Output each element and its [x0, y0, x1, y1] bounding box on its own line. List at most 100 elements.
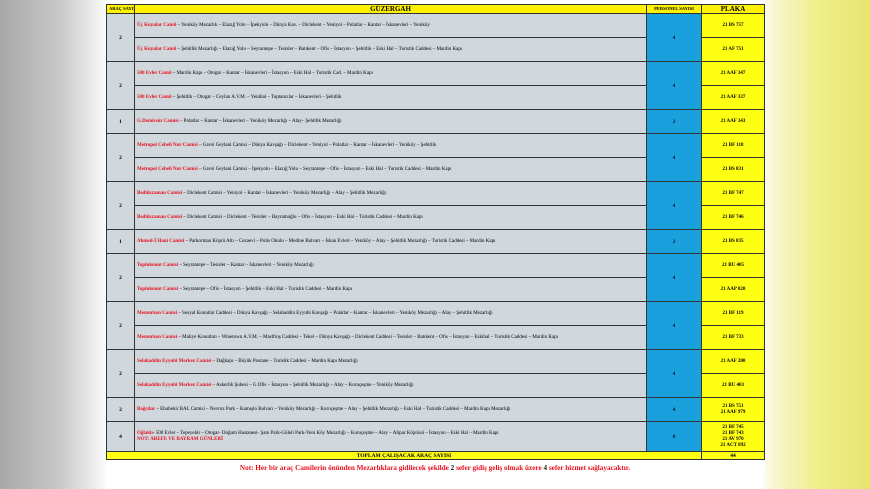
table-body: 2 Üç Kuyular Camii – Yeniköy Mezarlık – E…	[106, 13, 765, 452]
plate-cell: 21 BS 835	[701, 229, 765, 254]
plate-number: 21 BS 831	[722, 166, 744, 172]
route-row: 4 Oğlaklı- 500 Evler – Tepeyehir – Otogar…	[106, 421, 765, 452]
table-header-row: ARAÇ SAYISI GÜZERGAH PERSONEL SAYISI PLA…	[106, 4, 765, 14]
route-stops: – Maliye Konutları – Winetown A.V.M. – M…	[177, 334, 559, 340]
route-cell: Üç Kuyular Camii – Şehitlik Mezarlığı – …	[134, 37, 647, 62]
mosque-name: Bediüzzaman Camisi	[137, 214, 183, 220]
route-stops: – Seyrantepe – Tesisler – Kantar – İskan…	[178, 262, 314, 268]
plate-number: 21 BF 746	[722, 214, 744, 220]
route-stops: – Ebubekir BAL Camisi – Nevroz Park – Ka…	[155, 406, 511, 412]
route-cell: Metropol Cebeli Nur Camisi – Gavsi Geyla…	[134, 157, 647, 182]
mosque-name: Toplukonut Camisi	[137, 286, 179, 292]
mosque-name: Selahaddin Eyyubi Merkez Camisi	[137, 382, 212, 388]
plate-number: 21 BF 118	[722, 142, 744, 148]
route-cell: Metropol Cebeli Nur Camisi – Gavsi Geyla…	[134, 133, 647, 158]
route-cell: G.Demirsöz Camisi – Polatlar – Kantar – …	[134, 109, 647, 134]
plate-number: 21 AAF 343	[720, 118, 746, 124]
mosque-name: Metropol Cebeli Nur Camisi	[137, 166, 198, 172]
vehicle-count-cell: 2	[106, 397, 135, 422]
footnote: Not: Her bir araç Camilerin önünden Meza…	[106, 460, 764, 472]
route-row: 2 Bağcılar – Ebubekir BAL Camisi – Nevroz…	[106, 397, 765, 422]
plate-number: 21 AAF 979	[720, 409, 746, 415]
vehicle-count-cell: 2	[106, 181, 135, 230]
route-cell: Selahaddin Eyyubi Merkez Camisi – Askerl…	[134, 373, 647, 398]
route-row: 2 Toplukonut Camisi – Seyrantepe – Tesisl…	[106, 253, 765, 302]
route-stops: – Şehitlik Mezarlığı – Elazığ Yolu – Sey…	[176, 46, 463, 52]
footnote-part3: sefer hizmet sağlayacaktır.	[547, 464, 631, 472]
vehicle-count-cell: 2	[106, 133, 135, 182]
route-note: NOT: AREFE VE BAYRAM GÜNLERİ	[137, 436, 224, 442]
route-cell: Selahaddin Eyyubi Merkez Camisi – Dağkap…	[134, 349, 647, 374]
route-cell: Oğlaklı- 500 Evler – Tepeyehir – Otogar-…	[134, 421, 647, 452]
route-stops: – Şehitlik – Otogar – Ceylan A.V.M. – Ye…	[171, 94, 342, 100]
vehicle-count-cell: 2	[106, 301, 135, 350]
route-row: 1 G.Demirsöz Camisi – Polatlar – Kantar –…	[106, 109, 765, 134]
plate-cell: 21 BU 405	[701, 253, 765, 278]
route-cell: Bağcılar – Ebubekir BAL Camisi – Nevroz …	[134, 397, 647, 422]
plate-number: 21 BS 757	[722, 22, 744, 28]
route-cell: Memurken Camisi – Sosyal Konutlar Caddes…	[134, 301, 647, 326]
mosque-name: Metropol Cebeli Nur Camisi	[137, 142, 198, 148]
route-stops: – Gavsi Geylani Camisi – Dünya Kavşağı –…	[197, 142, 437, 148]
plate-number: 21 AAP 020	[720, 286, 746, 292]
personnel-count-cell: 4	[646, 61, 702, 110]
plate-cell: 21 AAP 020	[701, 277, 765, 302]
route-stops: – Seyrantepe – Ofis – İstasyon – Şehitli…	[178, 286, 353, 292]
mosque-name: Memurken Camisi	[137, 310, 178, 316]
route-cell: Memurken Camisi – Maliye Konutları – Win…	[134, 325, 647, 350]
mosque-name: 500 Evler Camii	[137, 94, 172, 100]
route-stops: – Askerlik Şubesi – G.Ofis – İstasyon – …	[211, 382, 414, 388]
route-stops: – Mardin Kapı – Otogar – Kantar – İskane…	[171, 70, 373, 76]
plate-number: 21 BF 733	[722, 334, 744, 340]
plate-cell: 21 BF 747	[701, 181, 765, 206]
route-stops: - 500 Evler – Tepeyehir – Otogar- Doğum …	[152, 430, 499, 436]
vehicle-count-cell: 1	[106, 109, 135, 134]
plate-number: 21 BS 835	[722, 238, 744, 244]
vehicle-count-cell: 2	[106, 349, 135, 398]
personnel-count-cell: 4	[646, 133, 702, 182]
mosque-name: Toplukonut Camisi	[137, 262, 179, 268]
plate-cell: 21 AF 751	[701, 37, 765, 62]
schedule-document: ARAÇ SAYISI GÜZERGAH PERSONEL SAYISI PLA…	[106, 4, 765, 472]
header-personnel-count: PERSONEL SAYISI	[646, 4, 702, 14]
plate-cell: 21 BS 831	[701, 157, 765, 182]
plate-cell: 21 BS 751 21 AAF 979	[701, 397, 765, 422]
route-stops: – Sosyal Konutlar Caddesi – Dünya Kavşağ…	[177, 310, 493, 316]
vehicle-count-cell: 4	[106, 421, 135, 452]
plate-cell: 21 BS 757	[701, 13, 765, 38]
personnel-count-cell: 2	[646, 109, 702, 134]
route-row: 2 Selahaddin Eyyubi Merkez Camisi – Dağka…	[106, 349, 765, 398]
vehicle-count-cell: 2	[106, 61, 135, 110]
footnote-part1: Not: Her bir araç Camilerin önünden Meza…	[239, 464, 451, 472]
personnel-count-cell: 2	[646, 229, 702, 254]
mosque-name: G.Demirsöz Camisi	[137, 118, 179, 124]
total-row: TOPLAM ÇALIŞACAK ARAÇ SAYISI 44	[106, 451, 765, 460]
plate-number: 21 BF 747	[722, 190, 744, 196]
personnel-count-cell: 4	[646, 397, 702, 422]
route-stops: – Parkorman Köprü Altı – Cezaevi – Polis…	[184, 238, 496, 244]
route-row: 2 Metropol Cebeli Nur Camisi – Gavsi Geyl…	[106, 133, 765, 182]
route-cell: Bediüzzaman Camisi – Diclekent Camisi – …	[134, 181, 647, 206]
route-row: 2 500 Evler Camii – Mardin Kapı – Otogar …	[106, 61, 765, 110]
route-cell: Toplukonut Camisi – Seyrantepe – Tesisle…	[134, 253, 647, 278]
personnel-count-cell: 8	[646, 421, 702, 452]
vehicle-count-cell: 2	[106, 13, 135, 62]
plate-number: 21 BU 405	[722, 262, 744, 268]
mosque-name: 500 Evler Camii	[137, 70, 172, 76]
route-stops: – Polatlar – Kantar – İskanevleri – Yeni…	[178, 118, 342, 124]
mosque-name: Bağcılar	[137, 406, 156, 412]
plate-cell: 21 AAF 347	[701, 61, 765, 86]
personnel-count-cell: 4	[646, 253, 702, 302]
plate-cell: 21 BU 403	[701, 373, 765, 398]
plate-cell: 21 AAF 337	[701, 85, 765, 110]
plate-cell: 21 AAF 343	[701, 109, 765, 134]
total-label: TOPLAM ÇALIŞACAK ARAÇ SAYISI	[106, 451, 702, 460]
route-cell: Ahmed-İ Hani Camisi – Parkorman Köprü Al…	[134, 229, 647, 254]
personnel-count-cell: 4	[646, 181, 702, 230]
plate-cell: 21 AAF 200	[701, 349, 765, 374]
mosque-name: Üç Kuyular Camii	[137, 46, 177, 52]
plate-cell: 21 BF 733	[701, 325, 765, 350]
mosque-name: Ahmed-İ Hani Camisi	[137, 238, 185, 244]
route-cell: 500 Evler Camii – Şehitlik – Otogar – Ce…	[134, 85, 647, 110]
plate-number: 21 ACT 892	[720, 442, 746, 448]
